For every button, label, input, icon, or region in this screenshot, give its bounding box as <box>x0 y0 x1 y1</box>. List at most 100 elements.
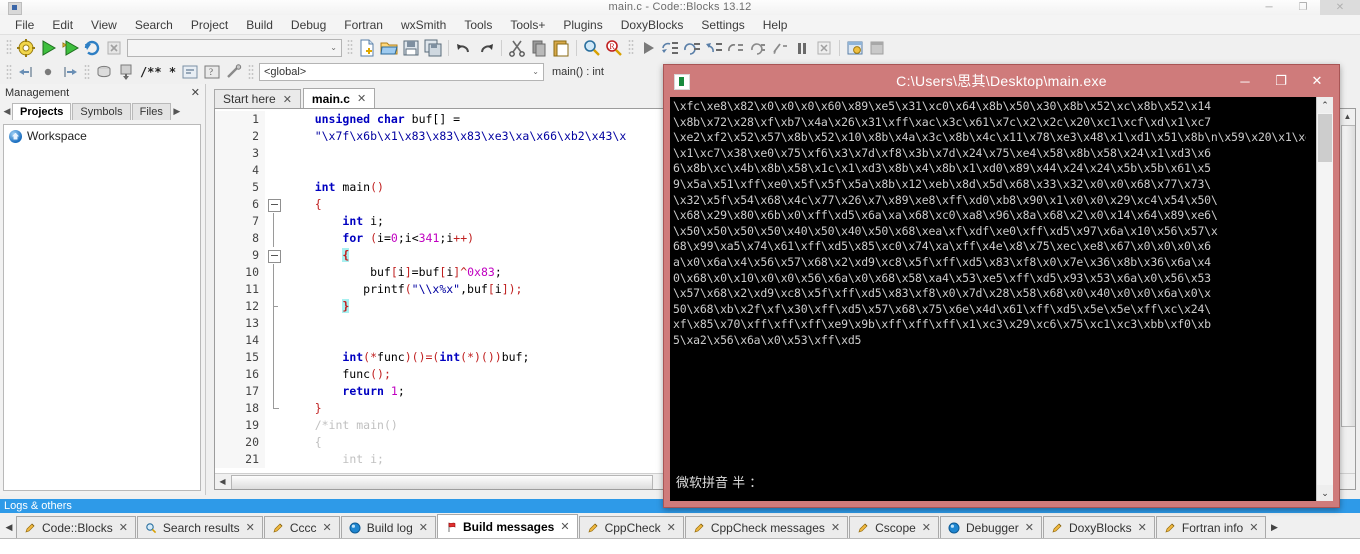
editor-tab-start-here[interactable]: Start here ✕ <box>214 89 301 108</box>
editor-hscroll-thumb[interactable] <box>231 475 653 489</box>
logs-tab-cccc[interactable]: Cccc ✕ <box>263 516 340 538</box>
fold-marker[interactable] <box>265 145 283 162</box>
fold-marker[interactable] <box>265 315 283 332</box>
logs-tab-cppcheck[interactable]: CppCheck ✕ <box>578 516 684 538</box>
console-vertical-scrollbar[interactable]: ⌃ ⌄ <box>1316 97 1333 501</box>
doxy-block-icon[interactable] <box>180 62 200 82</box>
tabs-scroll-left-icon[interactable]: ◀ <box>2 106 12 117</box>
close-icon[interactable]: ✕ <box>323 521 332 534</box>
stop-debugger-icon[interactable] <box>814 38 834 58</box>
menu-item-build[interactable]: Build <box>237 16 282 34</box>
step-over-icon[interactable] <box>682 38 702 58</box>
bookmark-icon[interactable] <box>38 62 58 82</box>
fold-marker[interactable] <box>265 383 283 400</box>
fold-marker[interactable] <box>265 111 283 128</box>
logs-tab-doxyblocks[interactable]: DoxyBlocks ✕ <box>1042 516 1155 538</box>
cut-icon[interactable] <box>507 38 527 58</box>
next-instruction-icon[interactable] <box>726 38 746 58</box>
copy-icon[interactable] <box>529 38 549 58</box>
console-vscroll-thumb[interactable] <box>1318 114 1332 162</box>
tab-symbols[interactable]: Symbols <box>72 102 131 120</box>
console-body[interactable]: \xfc\xe8\x82\x0\x0\x0\x60\x89\xe5\x31\xc… <box>670 97 1333 501</box>
toolbar-grip[interactable] <box>6 39 12 56</box>
find-icon[interactable] <box>582 38 602 58</box>
fold-marker[interactable] <box>265 196 283 213</box>
open-file-icon[interactable] <box>379 38 399 58</box>
menu-item-debug[interactable]: Debug <box>282 16 335 34</box>
save-all-icon[interactable] <box>423 38 443 58</box>
tree-item-workspace[interactable]: Workspace <box>4 125 200 147</box>
fold-marker[interactable] <box>265 162 283 179</box>
close-icon[interactable]: ✕ <box>560 520 569 533</box>
close-icon[interactable]: ✕ <box>283 93 292 106</box>
abort-icon[interactable] <box>104 38 124 58</box>
various-info-icon[interactable] <box>867 38 887 58</box>
tab-files[interactable]: Files <box>131 102 171 120</box>
console-maximize-button[interactable]: ❐ <box>1263 65 1299 97</box>
fold-marker[interactable] <box>265 451 283 468</box>
rebuild-icon[interactable] <box>82 38 102 58</box>
forward-icon[interactable] <box>60 62 80 82</box>
toolbar-grip-3[interactable] <box>628 39 634 56</box>
new-file-icon[interactable] <box>357 38 377 58</box>
close-icon[interactable]: ✕ <box>922 521 931 534</box>
build-target-combo[interactable]: ⌄ <box>127 38 342 57</box>
redo-icon[interactable] <box>476 38 496 58</box>
debugging-windows-icon[interactable] <box>845 38 865 58</box>
logs-scroll-right-icon[interactable]: ▶ <box>1267 516 1281 538</box>
run-to-cursor-icon[interactable] <box>770 38 790 58</box>
fold-marker[interactable] <box>265 366 283 383</box>
doxy-comment-icon[interactable]: /** *< <box>138 62 178 99</box>
close-icon[interactable]: ✕ <box>119 521 128 534</box>
tabs-scroll-right-icon[interactable]: ▶ <box>172 106 182 117</box>
toolbar-grip-6[interactable] <box>248 63 254 81</box>
close-button[interactable]: ✕ <box>1320 0 1360 15</box>
logs-tab-build-log[interactable]: Build log ✕ <box>340 516 436 538</box>
menu-item-search[interactable]: Search <box>126 16 182 34</box>
scroll-left-icon[interactable]: ◀ <box>215 474 230 489</box>
doxy-wizard-icon[interactable] <box>224 62 244 82</box>
close-icon[interactable]: ✕ <box>419 521 428 534</box>
fold-marker[interactable] <box>265 281 283 298</box>
gear-icon[interactable] <box>16 38 36 58</box>
close-icon[interactable]: ✕ <box>831 521 840 534</box>
doxy-config-icon[interactable]: ? <box>202 62 222 82</box>
logs-tab-fortran-info[interactable]: Fortran info ✕ <box>1155 516 1267 538</box>
function-combo[interactable]: main() : int <box>548 64 676 80</box>
step-out-icon[interactable] <box>704 38 724 58</box>
fold-marker[interactable] <box>265 179 283 196</box>
logs-tab-debugger[interactable]: Debugger ✕ <box>940 516 1042 538</box>
menu-item-tools-[interactable]: Tools+ <box>501 16 554 34</box>
close-icon[interactable]: ✕ <box>1249 521 1258 534</box>
menu-item-fortran[interactable]: Fortran <box>335 16 392 34</box>
minimize-button[interactable]: ─ <box>1252 0 1286 15</box>
close-icon[interactable]: ✕ <box>1025 521 1034 534</box>
logs-scroll-left-icon[interactable]: ◀ <box>2 516 16 538</box>
toolbar-grip-4[interactable] <box>6 63 12 81</box>
break-debugger-icon[interactable] <box>792 38 812 58</box>
toolbar-grip-2[interactable] <box>347 39 353 56</box>
menu-item-view[interactable]: View <box>82 16 126 34</box>
fold-marker[interactable] <box>265 349 283 366</box>
fold-marker[interactable] <box>265 128 283 145</box>
fold-marker[interactable] <box>265 213 283 230</box>
close-icon[interactable]: ✕ <box>246 521 255 534</box>
fold-marker[interactable] <box>265 332 283 349</box>
fold-marker[interactable] <box>265 298 283 315</box>
editor-tab-main-c[interactable]: main.c ✕ <box>302 88 376 108</box>
menu-item-wxsmith[interactable]: wxSmith <box>392 16 455 34</box>
menu-item-help[interactable]: Help <box>754 16 797 34</box>
run-icon[interactable] <box>38 38 58 58</box>
logs-tab-code-blocks[interactable]: Code::Blocks ✕ <box>16 516 136 538</box>
fold-marker[interactable] <box>265 434 283 451</box>
console-scroll-up-icon[interactable]: ⌃ <box>1317 97 1333 113</box>
editor-vertical-scrollbar[interactable]: ▲ ▼ <box>1339 109 1355 489</box>
tab-projects[interactable]: Projects <box>12 102 72 120</box>
build-and-run-icon[interactable] <box>60 38 80 58</box>
menu-item-settings[interactable]: Settings <box>692 16 753 34</box>
replace-icon[interactable]: R <box>604 38 624 58</box>
doxy-run-icon[interactable] <box>94 62 114 82</box>
close-icon[interactable]: ✕ <box>191 86 200 99</box>
console-minimize-button[interactable]: ─ <box>1227 65 1263 97</box>
logs-tab-cscope[interactable]: Cscope ✕ <box>849 516 940 538</box>
